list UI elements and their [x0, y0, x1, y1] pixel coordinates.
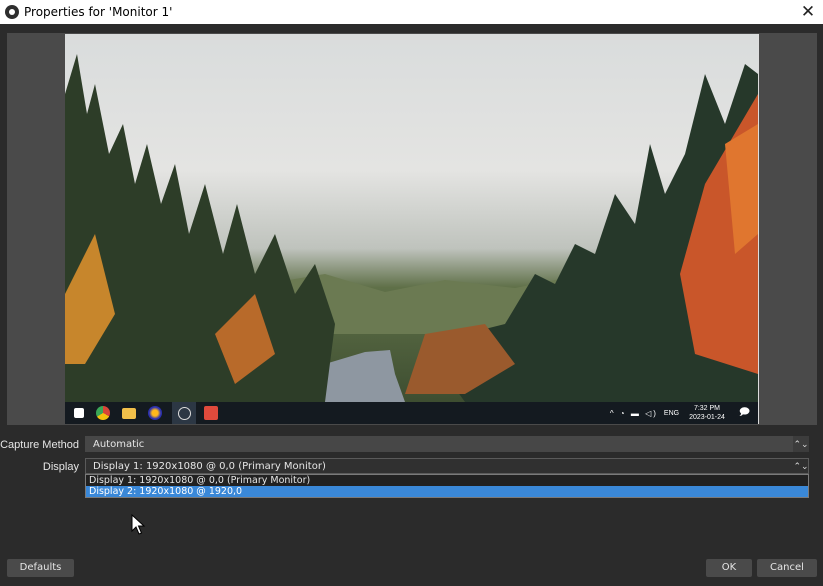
preview-area: ^ ◔ ▬ ◁) ENG 7:32 PM 2023-01-24 🗩: [7, 33, 817, 425]
display-option-1[interactable]: Display 1: 1920x1080 @ 0,0 (Primary Moni…: [86, 475, 808, 486]
display-updown-icon[interactable]: ⌃⌄: [793, 458, 809, 474]
cancel-button[interactable]: Cancel: [757, 559, 817, 577]
display-option-2[interactable]: Display 2: 1920x1080 @ 1920,0: [86, 486, 808, 497]
capture-method-label: Capture Method: [0, 439, 79, 451]
clock-date: 2023-01-24: [689, 414, 725, 421]
app-icon: [204, 406, 218, 420]
mouse-cursor-icon: [131, 514, 146, 535]
title-bar: Properties for 'Monitor 1' ✕: [0, 0, 823, 24]
forest-wallpaper-image: [65, 54, 758, 402]
defaults-button[interactable]: Defaults: [7, 559, 74, 577]
close-icon[interactable]: ✕: [793, 0, 823, 24]
display-dropdown-list: Display 1: 1920x1080 @ 0,0 (Primary Moni…: [85, 474, 809, 498]
monitor-preview: ^ ◔ ▬ ◁) ENG 7:32 PM 2023-01-24 🗩: [65, 34, 758, 424]
system-tray: ^ ◔ ▬ ◁) ENG 7:32 PM 2023-01-24 🗩: [610, 402, 750, 424]
obs-taskbar-item: [172, 402, 196, 424]
file-explorer-icon: [122, 407, 136, 419]
window-title: Properties for 'Monitor 1': [24, 5, 173, 19]
capture-method-select[interactable]: Automatic: [85, 436, 793, 452]
obs-icon: [177, 406, 191, 420]
language-indicator: ENG: [663, 409, 680, 417]
capture-method-updown-icon[interactable]: ⌃⌄: [793, 436, 809, 452]
chrome-icon: [96, 406, 110, 420]
clock-time: 7:32 PM: [693, 405, 721, 412]
taskbar-clock: 7:32 PM 2023-01-24: [689, 404, 725, 422]
preview-border: [758, 34, 759, 424]
display-select[interactable]: Display 1: 1920x1080 @ 0,0 (Primary Moni…: [85, 458, 809, 474]
firefox-icon: [148, 406, 162, 420]
ok-button[interactable]: OK: [706, 559, 752, 577]
windows-start-icon: [74, 408, 84, 418]
obs-app-icon: [5, 5, 19, 19]
display-label: Display: [42, 461, 79, 473]
notification-icon: 🗩: [738, 406, 750, 418]
tray-icons: ^ ◔ ▬ ◁): [609, 408, 658, 418]
preview-taskbar: ^ ◔ ▬ ◁) ENG 7:32 PM 2023-01-24 🗩: [65, 402, 758, 424]
